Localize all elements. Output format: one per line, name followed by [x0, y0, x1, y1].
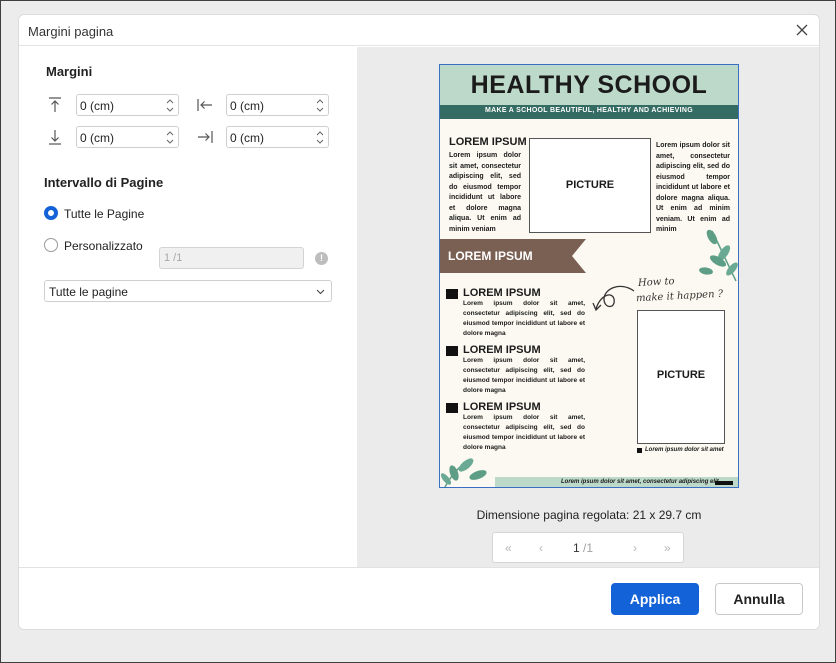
page-range-heading: Intervallo di Pagine [44, 175, 164, 190]
next-page-button[interactable]: › [633, 541, 637, 555]
apply-button[interactable]: Applica [611, 583, 699, 615]
leaf-decoration-icon [699, 229, 738, 282]
margin-bottom-value: 0 (cm) [80, 131, 114, 145]
list-item-text: Lorem ipsum dolor sit amet, consectetur … [463, 300, 585, 337]
bullet-square-icon [446, 346, 458, 356]
custom-range-placeholder: 1 /1 [164, 252, 183, 264]
picture-placeholder-2: PICTURE [637, 310, 725, 444]
page-number: 1 /1 [573, 541, 593, 555]
cancel-button[interactable]: Annulla [715, 583, 803, 615]
picture-caption: Lorem ipsum dolor sit amet [645, 447, 724, 453]
bullet-square-icon [446, 403, 458, 413]
title-bar: Margini pagina [19, 15, 819, 46]
last-page-button[interactable]: » [664, 541, 671, 555]
curved-arrow-icon [592, 285, 635, 312]
list-item-text: Lorem ipsum dolor sit amet, consectetur … [463, 414, 585, 451]
page-preview: HEALTHY SCHOOL MAKE A SCHOOL BEAUTIFUL, … [439, 64, 739, 488]
stepper-arrows-icon[interactable] [315, 129, 325, 146]
script-line-2: make it happen ? [635, 288, 724, 305]
poster-heading: LOREM IPSUM [449, 136, 527, 148]
radio-all-pages[interactable] [44, 206, 58, 220]
picture-placeholder: PICTURE [529, 138, 651, 233]
current-page: 1 [573, 541, 580, 555]
chevron-down-icon [316, 289, 325, 295]
margin-left-stepper[interactable]: 0 (cm) [226, 94, 329, 116]
margin-bottom-stepper[interactable]: 0 (cm) [76, 126, 179, 148]
info-icon[interactable]: ! [315, 252, 328, 265]
stepper-arrows-icon[interactable] [165, 97, 175, 114]
poster-text-left: Lorem ipsum dolor sit amet, consectetur … [449, 152, 521, 233]
window-frame: Margini pagina Margini 0 (cm) 0 (cm) 0 (… [0, 0, 836, 663]
margins-heading: Margini [46, 64, 93, 79]
picture-label: PICTURE [565, 179, 615, 191]
poster-text-right: Lorem ipsum dolor sit amet, consectetur … [656, 142, 730, 233]
close-icon[interactable] [795, 23, 809, 37]
page-subset-value: Tutte le pagine [49, 285, 128, 299]
radio-custom-pages[interactable] [44, 238, 58, 252]
caption-square-icon [637, 448, 642, 453]
margin-right-value: 0 (cm) [230, 131, 264, 145]
margin-top-icon [49, 97, 61, 112]
margin-right-icon [198, 131, 213, 143]
dialog-title: Margini pagina [28, 24, 114, 39]
list-item-title: LOREM IPSUM [463, 344, 541, 356]
stepper-arrows-icon[interactable] [315, 97, 325, 114]
dialog-footer: Applica Annulla [19, 567, 819, 629]
total-pages: /1 [583, 541, 594, 555]
first-page-button[interactable]: « [505, 541, 512, 555]
margin-left-icon [197, 99, 212, 111]
script-line-1: How to [637, 276, 675, 289]
page-dimension-label: Dimensione pagina regolata: 21 x 29.7 cm [476, 508, 702, 522]
radio-custom-pages-label[interactable]: Personalizzato [64, 239, 143, 253]
poster-title: HEALTHY SCHOOL [470, 71, 708, 99]
margin-bottom-icon [49, 130, 61, 145]
page-navigator: « ‹ 1 /1 › » [492, 532, 684, 563]
ribbon-label: LOREM IPSUM [448, 249, 533, 263]
page-margins-dialog: Margini pagina Margini 0 (cm) 0 (cm) 0 (… [18, 14, 820, 630]
list-item-title: LOREM IPSUM [463, 401, 541, 413]
radio-all-pages-label[interactable]: Tutte le Pagine [64, 207, 144, 221]
margin-right-stepper[interactable]: 0 (cm) [226, 126, 329, 148]
poster-header: HEALTHY SCHOOL [440, 65, 738, 105]
picture-2-label: PICTURE [656, 369, 706, 381]
margin-left-value: 0 (cm) [230, 99, 264, 113]
bullet-square-icon [446, 289, 458, 299]
page-subset-select[interactable]: Tutte le pagine [44, 280, 332, 302]
poster-subtitle-band: MAKE A SCHOOL BEAUTIFUL, HEALTHY AND ACH… [440, 105, 738, 119]
leaf-decoration-bottom-icon [440, 458, 487, 487]
preview-panel: HEALTHY SCHOOL MAKE A SCHOOL BEAUTIFUL, … [357, 47, 819, 567]
custom-range-input[interactable]: 1 /1 [159, 247, 304, 269]
poster-footer-text: Lorem ipsum dolor sit amet, consectetur … [561, 479, 719, 485]
poster-subtitle: MAKE A SCHOOL BEAUTIFUL, HEALTHY AND ACH… [485, 107, 693, 114]
settings-panel: Margini 0 (cm) 0 (cm) 0 (cm) 0 (cm) Inte… [19, 47, 357, 567]
stepper-arrows-icon[interactable] [165, 129, 175, 146]
list-item-text: Lorem ipsum dolor sit amet, consectetur … [463, 357, 585, 394]
prev-page-button[interactable]: ‹ [539, 541, 543, 555]
poster-footer-band: Lorem ipsum dolor sit amet, consectetur … [495, 477, 738, 487]
footer-mark [715, 481, 733, 485]
list-item-title: LOREM IPSUM [463, 287, 541, 299]
margin-top-value: 0 (cm) [80, 99, 114, 113]
margin-top-stepper[interactable]: 0 (cm) [76, 94, 179, 116]
